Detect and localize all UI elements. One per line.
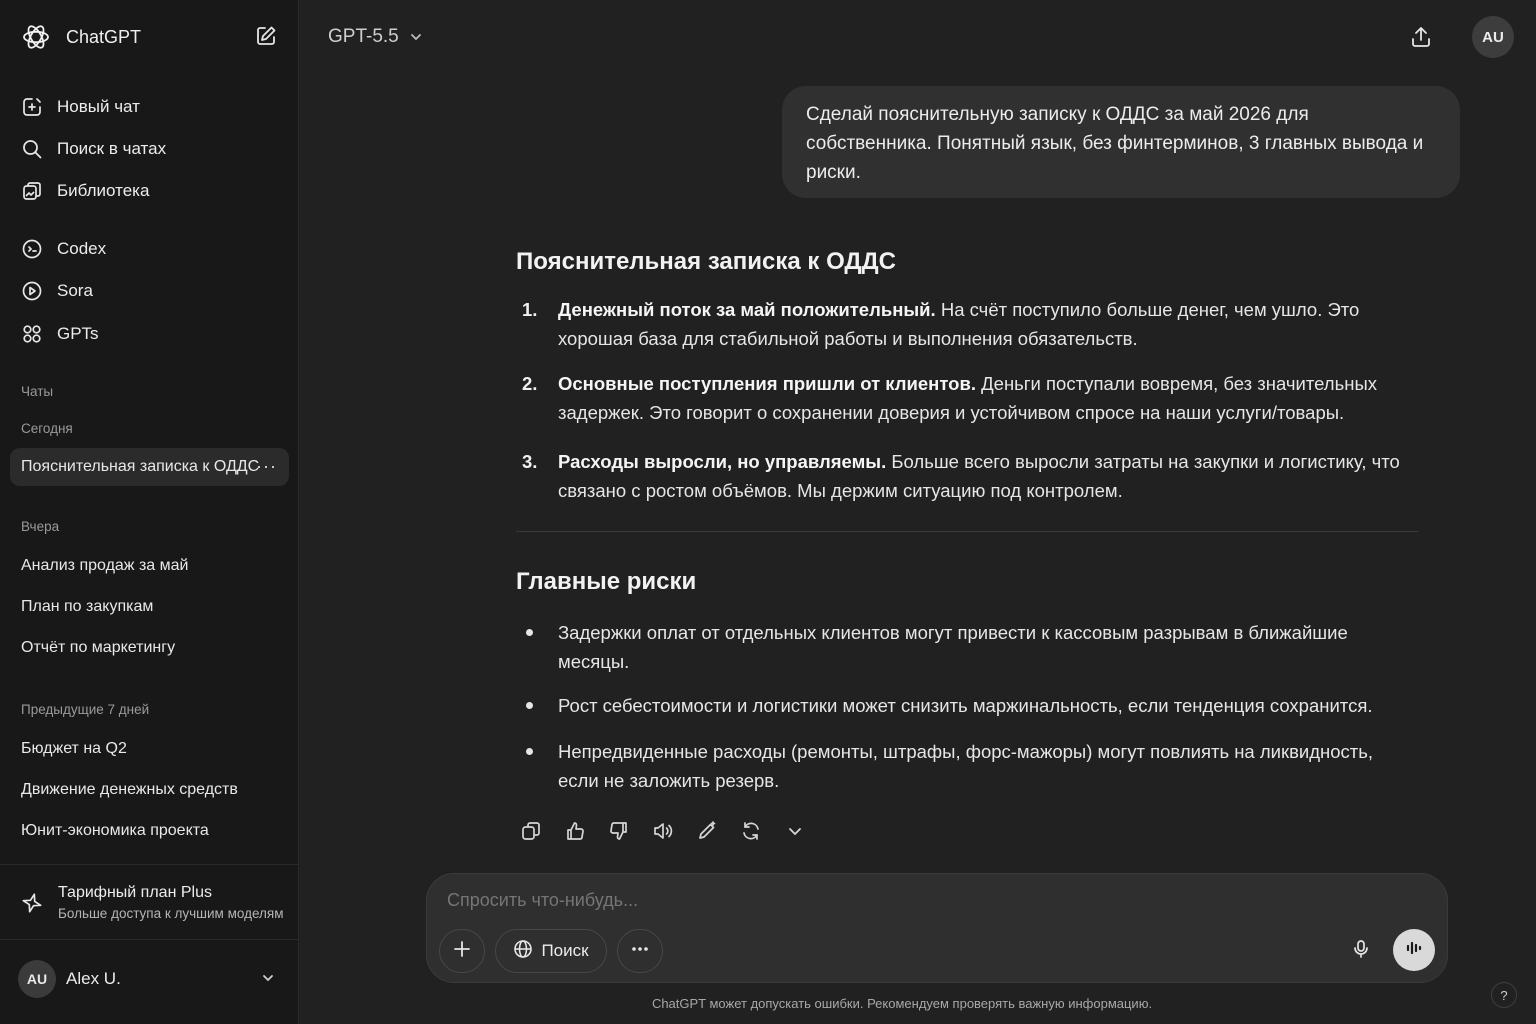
bullet-dot — [526, 702, 533, 709]
list-item: 2. Основные поступления пришли от клиент… — [516, 369, 1418, 427]
list-number: 2. — [522, 373, 538, 394]
list-number: 3. — [522, 451, 538, 472]
chevron-down-icon[interactable] — [780, 816, 810, 846]
search-button-label: Поиск — [541, 941, 589, 960]
chat-item[interactable]: Отчёт по маркетингу — [10, 629, 289, 667]
chat-item[interactable]: Бюджет на Q2 — [10, 730, 289, 768]
list-number: 1. — [522, 299, 538, 320]
user-name: Alex U. — [66, 969, 121, 988]
bullet-dot — [526, 629, 533, 636]
thumbs-down-icon[interactable] — [604, 816, 634, 846]
answer-title: Пояснительная записка к ОДДС — [516, 248, 896, 275]
sidebar-item-new-chat[interactable]: Новый чат — [10, 89, 289, 125]
sidebar: ChatGPT Новый чат Поиск в чатах Библиоте… — [0, 0, 299, 1024]
user-message: Сделай пояснительную записку к ОДДС за м… — [782, 86, 1460, 198]
user-menu[interactable]: AU Alex U. — [0, 940, 299, 1024]
list-item: Задержки оплат от отдельных клиентов мог… — [516, 618, 1418, 676]
sidebar-item-label: GPTs — [57, 324, 99, 343]
point-heading: Денежный поток за май положительный. — [558, 299, 936, 320]
risk-text: Непредвиденные расходы (ремонты, штрафы,… — [558, 741, 1374, 791]
chat-item[interactable]: План по закупкам — [10, 588, 289, 626]
risks-title: Главные риски — [516, 568, 697, 595]
edit-icon[interactable] — [692, 816, 722, 846]
sidebar-item-sora[interactable]: Sora — [10, 273, 289, 309]
section-label-today: Сегодня — [21, 421, 73, 436]
compose-icon[interactable] — [252, 22, 280, 50]
brand[interactable]: ChatGPT — [20, 20, 141, 54]
brand-name: ChatGPT — [66, 26, 142, 47]
search-icon — [21, 138, 43, 160]
thumbs-up-icon[interactable] — [560, 816, 590, 846]
upgrade-plan[interactable]: Тарифный план Plus Больше доступа к лучш… — [0, 864, 299, 940]
model-name: GPT-5.5 — [328, 26, 399, 47]
chat-item[interactable]: Юнит-экономика проекта — [10, 812, 289, 850]
sora-play-icon — [21, 280, 43, 302]
section-label-prev7: Предыдущие 7 дней — [21, 702, 150, 717]
copy-icon[interactable] — [516, 816, 546, 846]
bullet-dot — [526, 748, 533, 755]
avatar: AU — [18, 960, 56, 998]
sidebar-item-search[interactable]: Поиск в чатах — [10, 131, 289, 167]
point-heading: Расходы выросли, но управляемы. — [558, 451, 887, 472]
list-item: 3. Расходы выросли, но управляемы. Больш… — [516, 447, 1418, 505]
chat-item-label: Пояснительная записка к ОДДС — [21, 458, 260, 475]
library-icon — [21, 180, 43, 202]
microphone-icon — [1351, 939, 1371, 964]
model-selector[interactable]: GPT-5.5 — [328, 22, 423, 52]
share-icon[interactable] — [1406, 22, 1436, 52]
help-button[interactable]: ? — [1491, 982, 1517, 1008]
sidebar-item-gpts[interactable]: GPTs — [10, 316, 289, 352]
sidebar-item-label: Поиск в чатах — [57, 139, 167, 158]
sidebar-item-label: Новый чат — [57, 97, 140, 116]
disclaimer: ChatGPT может допускать ошибки. Рекоменд… — [651, 996, 1153, 1011]
sidebar-item-label: Библиотека — [57, 181, 150, 200]
more-tools-button[interactable] — [617, 929, 663, 973]
prompt-input[interactable] — [447, 890, 1347, 911]
risk-text: Рост себестоимости и логистики может сни… — [558, 695, 1373, 716]
sidebar-item-library[interactable]: Библиотека — [10, 173, 289, 209]
more-options-icon[interactable]: ··· — [256, 457, 277, 475]
voice-mode-button[interactable] — [1393, 929, 1435, 971]
message-actions — [516, 816, 824, 846]
codex-icon — [21, 238, 43, 260]
read-aloud-icon[interactable] — [648, 816, 678, 846]
chevron-down-icon — [409, 30, 423, 44]
main-panel: GPT-5.5 AU Сделай пояснительную записку … — [300, 0, 1536, 1024]
globe-icon — [513, 939, 533, 964]
waveform-icon — [1404, 938, 1424, 963]
list-item: 1. Денежный поток за май положительный. … — [516, 295, 1418, 353]
attach-button[interactable] — [439, 929, 485, 973]
sidebar-item-label: Codex — [57, 239, 107, 258]
sidebar-item-label: Sora — [57, 281, 93, 300]
divider — [516, 531, 1418, 532]
sidebar-item-codex[interactable]: Codex — [10, 231, 289, 267]
list-item: Рост себестоимости и логистики может сни… — [516, 691, 1418, 720]
new-chat-icon — [21, 96, 43, 118]
chat-item-active[interactable]: Пояснительная записка к ОДДС ··· — [10, 448, 289, 486]
chevron-down-icon — [260, 970, 276, 986]
microphone-button[interactable] — [1339, 929, 1383, 973]
point-heading: Основные поступления пришли от клиентов. — [558, 373, 976, 394]
sparkle-icon — [20, 891, 44, 915]
list-item: Непредвиденные расходы (ремонты, штрафы,… — [516, 737, 1418, 795]
section-label-chats: Чаты — [21, 384, 54, 399]
plan-title: Тарифный план Plus — [58, 884, 212, 901]
avatar[interactable]: AU — [1472, 16, 1514, 58]
composer: Поиск — [426, 873, 1448, 983]
plus-icon — [452, 939, 472, 964]
chat-item[interactable]: Анализ продаж за май — [10, 547, 289, 585]
openai-logo-icon — [20, 21, 52, 53]
more-options-icon — [630, 939, 650, 964]
chat-item[interactable]: Движение денежных средств — [10, 771, 289, 809]
risk-text: Задержки оплат от отдельных клиентов мог… — [558, 622, 1348, 672]
section-label-yesterday: Вчера — [21, 519, 60, 534]
search-button[interactable]: Поиск — [495, 929, 607, 973]
grid-icon — [21, 323, 43, 345]
plan-subtitle: Больше доступа к лучшим моделям — [58, 906, 284, 921]
regenerate-icon[interactable] — [736, 816, 766, 846]
